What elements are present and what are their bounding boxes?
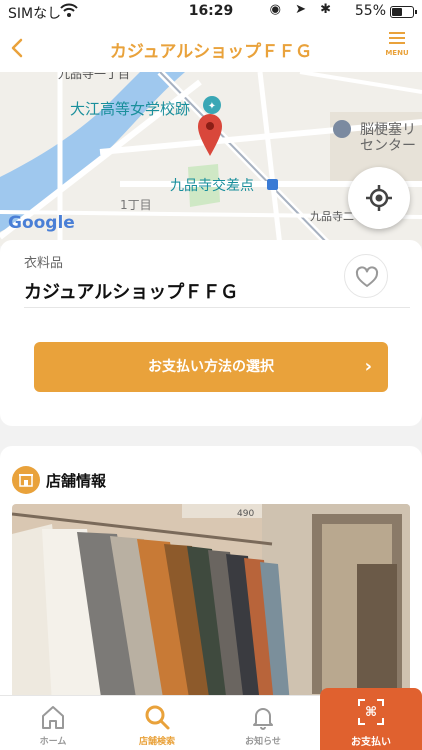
search-icon	[107, 702, 207, 732]
bell-icon	[213, 702, 313, 732]
svg-text:⌘: ⌘	[365, 705, 377, 720]
store-icon	[12, 466, 40, 494]
payment-method-label: お支払い方法の選択	[148, 359, 274, 375]
svg-text:✦: ✦	[208, 101, 216, 112]
nav-bar: カジュアルショップＦＦＧ MENU	[0, 24, 422, 72]
map-label-chome: 1丁目	[120, 198, 152, 212]
favorite-button[interactable]	[344, 254, 388, 298]
status-bar: SIMなし 16:29 ◉ ➤ ✱ 55%	[0, 0, 422, 24]
qr-scan-icon: ⌘	[320, 698, 422, 726]
tab-store-search[interactable]: 店舗検索	[107, 696, 207, 750]
status-icons: ◉ ➤ ✱	[269, 2, 336, 17]
payment-method-button[interactable]: お支払い方法の選択 ›	[34, 342, 388, 392]
store-info-title: 店舗情報	[46, 472, 107, 490]
tab-home[interactable]: ホーム	[3, 696, 103, 750]
page-title: カジュアルショップＦＦＧ	[109, 42, 313, 62]
chevron-left-icon	[11, 38, 23, 58]
shop-category: 衣料品	[24, 256, 64, 271]
home-icon	[3, 702, 103, 732]
map-label-center-1: 脳梗塞リ	[360, 121, 416, 138]
photo-sign: 490	[237, 509, 254, 519]
hamburger-icon	[389, 32, 405, 44]
divider	[24, 307, 410, 308]
current-location-button[interactable]	[348, 167, 410, 229]
tab-store-search-label: 店舗検索	[138, 737, 175, 747]
battery-icon	[390, 6, 417, 18]
menu-label: MENU	[385, 49, 409, 57]
map-label-intersection: 九品寺交差点	[170, 177, 254, 194]
store-photo: 490	[12, 504, 410, 704]
tab-pay-label: お支払い	[351, 737, 391, 748]
tab-notice-label: お知らせ	[245, 737, 281, 747]
google-logo: Google	[8, 213, 75, 233]
back-button[interactable]	[4, 28, 44, 68]
battery-percent: 55%	[354, 3, 386, 19]
chevron-right-icon: ›	[364, 356, 372, 377]
menu-button[interactable]: MENU	[380, 32, 414, 68]
tab-home-label: ホーム	[39, 737, 67, 747]
crosshair-icon	[366, 185, 392, 211]
map-label-school: 大江高等女学校跡	[70, 100, 190, 118]
map-label-block: 九品寺一丁目	[58, 72, 130, 81]
shop-card: 衣料品 カジュアルショップＦＦＧ お支払い方法の選択 ›	[0, 240, 422, 426]
shop-name: カジュアルショップＦＦＧ	[24, 282, 239, 303]
tab-pay-button[interactable]: ⌘ お支払い	[320, 688, 422, 750]
map-label-center-2: センター	[360, 138, 416, 154]
tab-notice[interactable]: お知らせ	[213, 696, 313, 750]
heart-icon	[355, 266, 379, 287]
